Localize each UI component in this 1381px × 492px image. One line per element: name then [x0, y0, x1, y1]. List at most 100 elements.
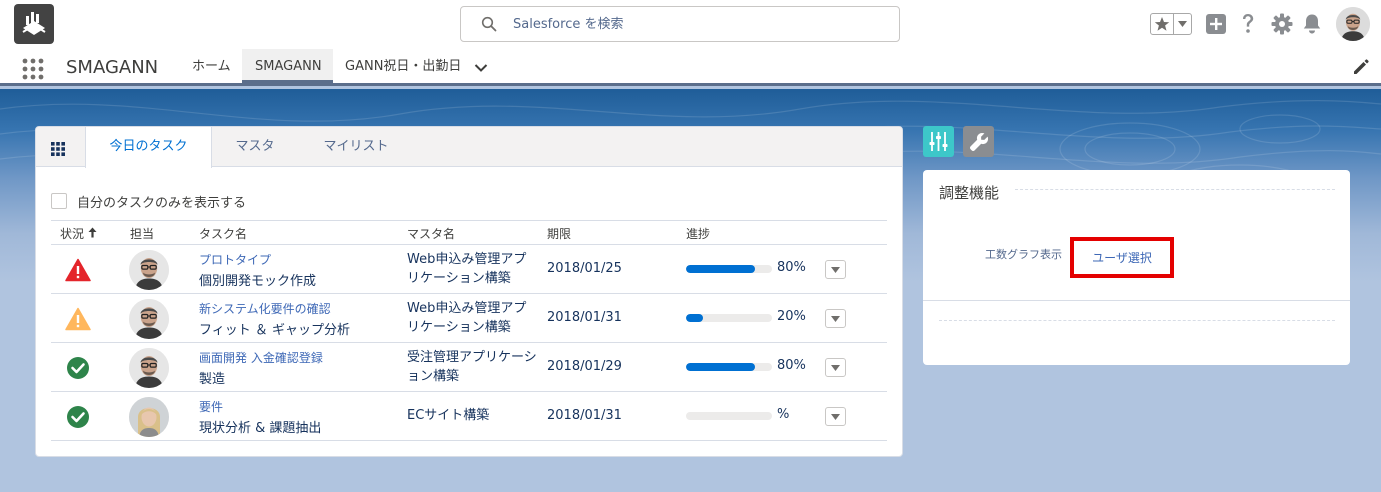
- task-subtitle: フィット ＆ ギャップ分析: [199, 323, 351, 338]
- divider: [939, 320, 1335, 321]
- owner-avatar: [129, 250, 169, 290]
- progress-bar: [686, 265, 772, 273]
- help-icon: [1243, 14, 1254, 33]
- owner-photo: [129, 348, 169, 388]
- task-row: 画面開発 入金確認登録 製造 受注管理アプリケーション構築 2018/01/29…: [51, 343, 887, 392]
- success-icon: [67, 357, 89, 379]
- app-name: SMAGANN: [66, 57, 159, 78]
- task-subtitle: 現状分析 & 課題抽出: [199, 421, 322, 436]
- my-tasks-checkbox[interactable]: [51, 193, 67, 209]
- sliders-icon: [929, 132, 948, 151]
- progress-bar: [686, 363, 772, 371]
- tab-master[interactable]: マスタ: [220, 127, 290, 167]
- caret-down-icon: [831, 266, 840, 273]
- gear-icon: [1271, 13, 1293, 35]
- owner-avatar: [129, 299, 169, 339]
- adjust-filter-button[interactable]: [923, 126, 954, 157]
- progress-percent: 80%: [777, 260, 806, 275]
- task-subtitle: 製造: [199, 372, 226, 387]
- adjust-panel: 調整機能 工数グラフ表示 ユーザ選択: [923, 170, 1350, 365]
- column-due-date[interactable]: 期限: [547, 225, 571, 242]
- column-status-label: 状況: [60, 227, 85, 241]
- success-icon: [67, 406, 89, 428]
- row-action-menu[interactable]: [825, 309, 846, 328]
- task-subtitle: 個別開発モック作成: [199, 274, 317, 289]
- progress-percent: 20%: [777, 309, 806, 324]
- column-master-name[interactable]: マスタ名: [407, 225, 455, 242]
- column-progress[interactable]: 進捗: [686, 225, 710, 242]
- column-owner[interactable]: 担当: [130, 225, 154, 242]
- task-table-header: 状況 担当 タスク名 マスタ名 期限 進捗: [51, 220, 887, 245]
- global-actions-button[interactable]: [1204, 12, 1228, 36]
- divider: [923, 300, 1350, 301]
- user-profile-image: [1336, 7, 1370, 41]
- task-link[interactable]: 要件: [199, 398, 223, 415]
- nav-item-home[interactable]: ホーム: [180, 49, 243, 83]
- settings-tool-button[interactable]: [963, 126, 994, 157]
- column-status[interactable]: 状況: [60, 225, 97, 242]
- tab-today-tasks[interactable]: 今日のタスク: [85, 127, 212, 168]
- task-tab-bar: 今日のタスク マスタ マイリスト: [36, 127, 902, 168]
- progress-bar: [686, 314, 772, 322]
- user-select-button[interactable]: ユーザ選択: [1070, 237, 1174, 278]
- add-icon: [1206, 14, 1226, 34]
- due-date: 2018/01/31: [547, 310, 622, 325]
- logo-icon: [22, 12, 46, 35]
- progress-percent: %: [777, 407, 790, 422]
- column-task-name[interactable]: タスク名: [199, 225, 247, 242]
- favorites-button[interactable]: [1151, 14, 1175, 34]
- search-input[interactable]: [513, 7, 883, 41]
- my-tasks-checkbox-label: 自分のタスクのみを表示する: [77, 195, 247, 211]
- row-action-menu[interactable]: [825, 260, 846, 279]
- progress-fill: [686, 265, 755, 273]
- bell-icon: [1303, 14, 1321, 34]
- setup-button[interactable]: [1270, 12, 1294, 36]
- task-card: 今日のタスク マスタ マイリスト 自分のタスクのみを表示する 状況 担当 タスク…: [35, 126, 903, 457]
- warning-icon: [65, 307, 91, 331]
- grid-icon[interactable]: [50, 141, 66, 157]
- master-name: ECサイト構築: [407, 408, 490, 423]
- search-icon: [481, 16, 497, 32]
- caret-down-icon: [831, 364, 840, 371]
- notifications-button[interactable]: [1300, 12, 1324, 36]
- task-link[interactable]: プロトタイプ: [199, 251, 271, 268]
- app-logo[interactable]: [14, 4, 54, 44]
- app-launcher-button[interactable]: [22, 58, 44, 80]
- due-date: 2018/01/31: [547, 408, 622, 423]
- owner-avatar: [129, 348, 169, 388]
- progress-bar: [686, 412, 772, 420]
- caret-down-icon: [831, 413, 840, 420]
- progress-percent: 80%: [777, 358, 806, 373]
- chevron-down-icon[interactable]: [473, 60, 489, 76]
- caret-down-icon: [1178, 21, 1188, 27]
- master-name: 受注管理アプリケーション構築: [407, 350, 537, 384]
- caret-down-icon: [831, 315, 840, 322]
- global-search[interactable]: [460, 6, 900, 42]
- nav-item-smagann[interactable]: SMAGANN: [242, 49, 333, 83]
- error-icon: [65, 258, 91, 282]
- effort-graph-label: 工数グラフ表示: [985, 248, 1062, 261]
- nav-item-gann-holidays[interactable]: GANN祝日・出勤日: [333, 49, 473, 83]
- due-date: 2018/01/29: [547, 359, 622, 374]
- user-avatar[interactable]: [1336, 7, 1370, 41]
- task-link[interactable]: 画面開発 入金確認登録: [199, 349, 323, 366]
- help-button[interactable]: [1236, 12, 1260, 36]
- due-date: 2018/01/25: [547, 261, 622, 276]
- favorites-group: [1150, 13, 1192, 35]
- owner-photo: [129, 250, 169, 290]
- sort-up-icon: [88, 227, 97, 238]
- progress-fill: [686, 363, 755, 371]
- favorites-list-button[interactable]: [1174, 14, 1191, 34]
- edit-nav-icon[interactable]: [1352, 58, 1370, 76]
- task-row: プロトタイプ 個別開発モック作成 Web申込み管理アプリケーション構築 2018…: [51, 245, 887, 294]
- task-row: 新システム化要件の確認 フィット ＆ ギャップ分析 Web申込み管理アプリケーシ…: [51, 294, 887, 343]
- master-name: Web申込み管理アプリケーション構築: [407, 252, 527, 286]
- task-link[interactable]: 新システム化要件の確認: [199, 300, 331, 317]
- app-navigation-bar: SMAGANN ホーム SMAGANN GANN祝日・出勤日: [0, 49, 1381, 86]
- owner-photo: [129, 397, 169, 437]
- row-action-menu[interactable]: [825, 407, 846, 426]
- master-name: Web申込み管理アプリケーション構築: [407, 301, 527, 335]
- progress-fill: [686, 314, 704, 322]
- tab-my-list[interactable]: マイリスト: [311, 127, 401, 167]
- row-action-menu[interactable]: [825, 358, 846, 377]
